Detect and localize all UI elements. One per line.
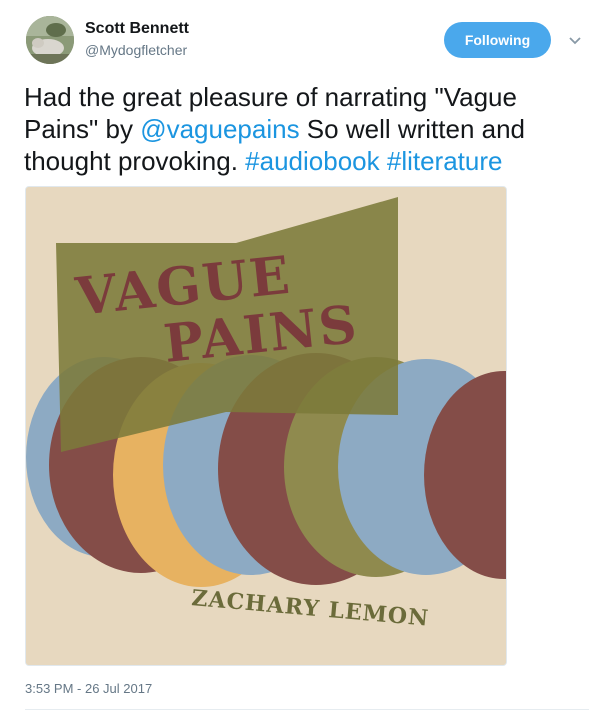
author-name[interactable]: Scott Bennett <box>85 20 189 38</box>
hashtag-link-audiobook[interactable]: #audiobook <box>245 146 379 176</box>
avatar[interactable] <box>26 16 74 64</box>
tweet-card: Scott Bennett @Mydogfletcher Following H… <box>0 0 589 716</box>
mention-link[interactable]: @vaguepains <box>140 114 299 144</box>
tweet-text: Had the great pleasure of narrating "Vag… <box>24 81 569 177</box>
chevron-down-icon[interactable] <box>568 34 582 48</box>
divider <box>25 709 589 710</box>
author-handle[interactable]: @Mydogfletcher <box>85 42 187 58</box>
hashtag-link-literature[interactable]: #literature <box>387 146 503 176</box>
following-button[interactable]: Following <box>444 22 551 58</box>
book-cover-image[interactable]: VAGUE PAINS ZACHARY LEMON <box>25 186 507 666</box>
timestamp[interactable]: 3:53 PM - 26 Jul 2017 <box>25 681 152 696</box>
